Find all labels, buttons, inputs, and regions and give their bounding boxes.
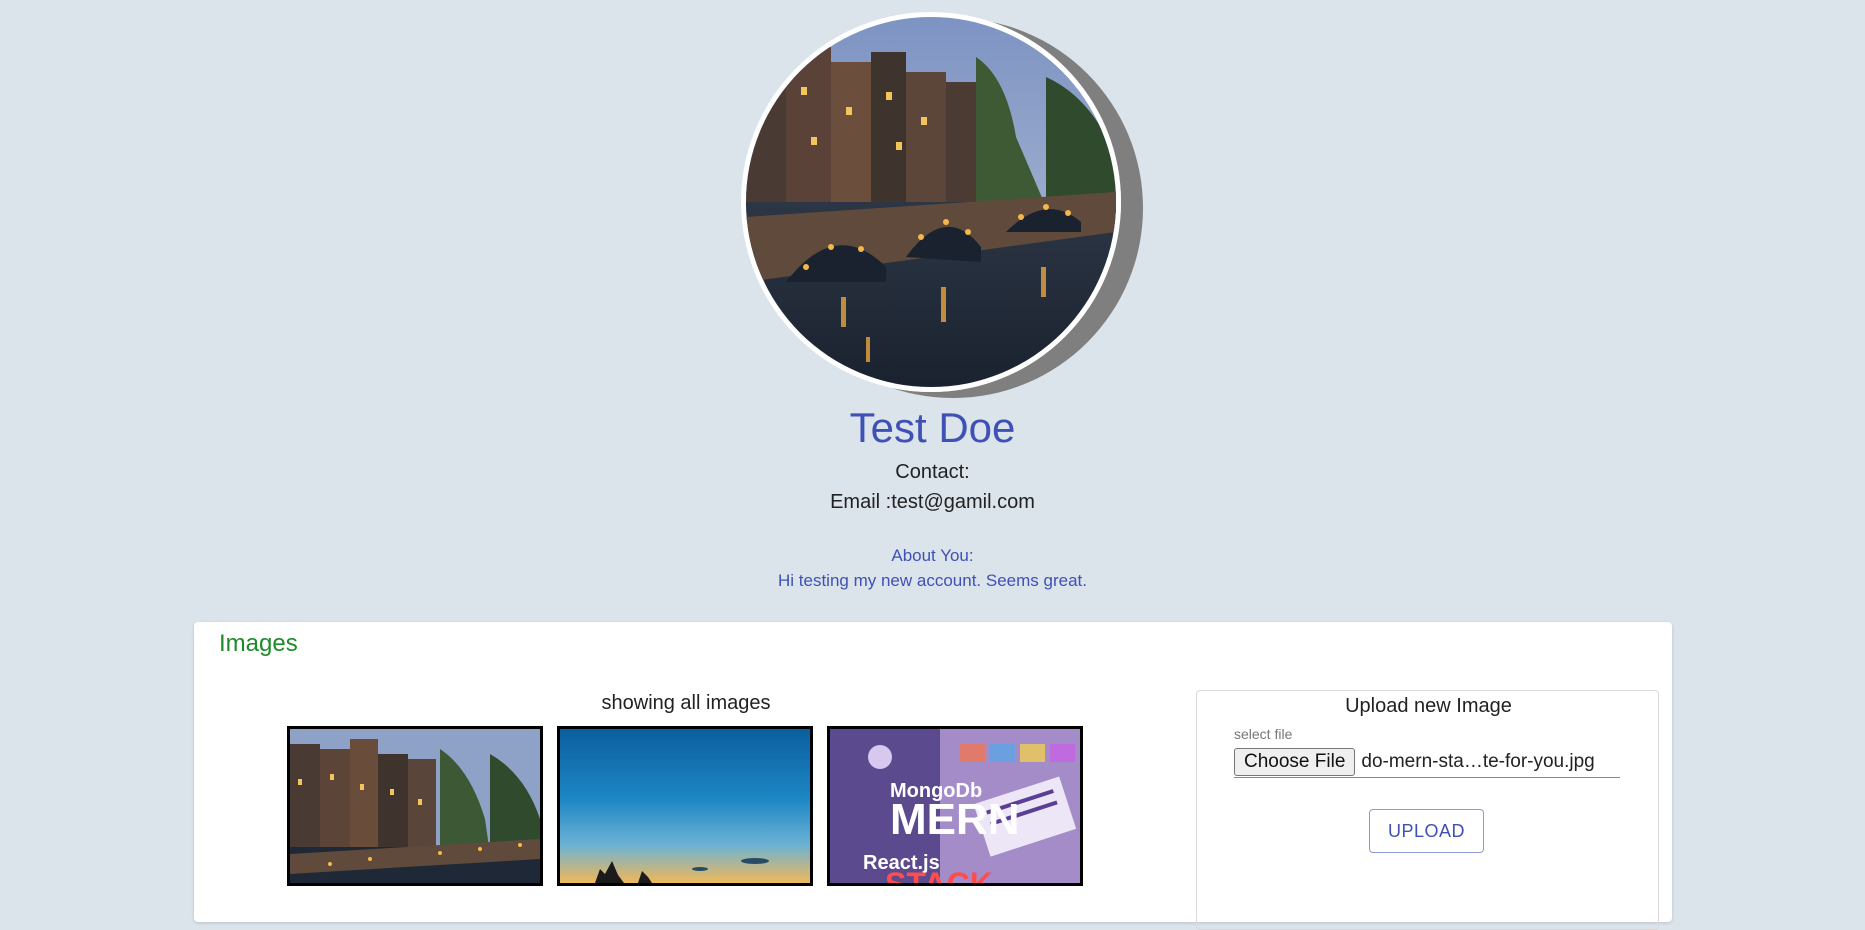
choose-file-button[interactable]: Choose File [1234,748,1356,776]
thumbnail-sunset[interactable] [557,726,813,886]
upload-button[interactable]: UPLOAD [1369,809,1484,853]
images-section-title: Images [219,630,298,657]
about-label: About You: [891,546,974,565]
gallery-caption: showing all images [601,692,771,714]
upload-card: Upload new Image select file Choose File… [1196,690,1659,930]
avatar-canal-image [746,17,1116,387]
about-text: Hi testing my new account. Seems great. [778,571,1087,590]
upload-title: Upload new Image [1345,695,1512,717]
profile-name: Test Doe [849,404,1016,451]
images-panel: Images showing all images MongoDb MERN R… [194,622,1672,930]
select-file-label: select file [1234,726,1293,742]
avatar[interactable] [741,12,1121,392]
file-input[interactable]: Choose File do-mern-sta…te-for-you.jpg [1234,747,1620,778]
email-line: Email :test@gamil.com [830,491,1035,513]
sunset-sky-image [560,729,810,883]
thumbnail-mern-stack[interactable]: MongoDb MERN React.js STACK [827,726,1083,886]
thumbnail-canal-bridge[interactable] [287,726,543,886]
contact-label: Contact: [895,461,970,483]
selected-file-name: do-mern-sta…te-for-you.jpg [1361,751,1595,772]
mern-stack-banner-image: MongoDb MERN React.js STACK [830,729,1080,883]
canal-bridge-image [290,729,540,883]
mern-stack-text: STACK [885,866,993,883]
mern-title-text: MERN [890,795,1020,844]
